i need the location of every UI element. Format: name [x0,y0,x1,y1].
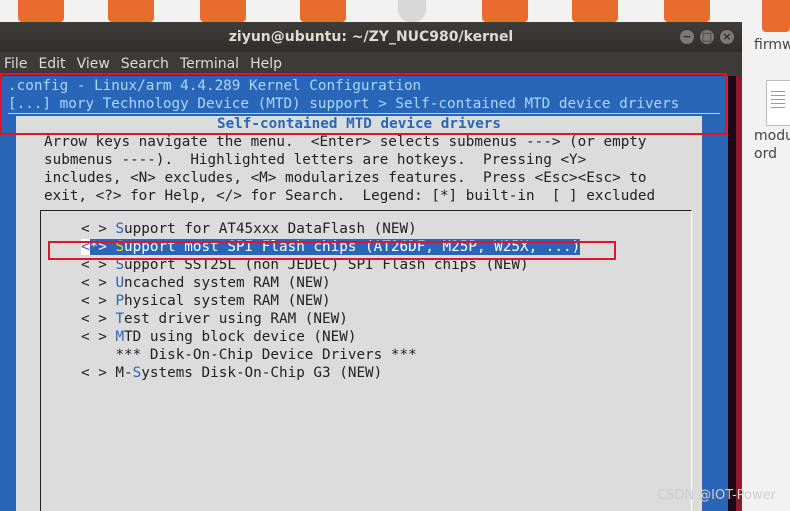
item-label: TD using block device (NEW) [124,329,357,345]
folder-icon[interactable] [572,0,618,22]
window-title: ziyun@ubuntu: ~/ZY_NUC980/kernel [228,29,514,45]
menu-file[interactable]: File [4,56,27,72]
help-text-line: submenus ----). Highlighted letters are … [44,152,587,168]
desktop-top-strip [0,0,790,22]
menu-item-uncached-ram[interactable]: < > Uncached system RAM (NEW) [81,275,331,291]
document-icon[interactable] [766,80,790,126]
item-hotkey: U [115,275,125,291]
menuconfig-dialog: Self-contained MTD device drivers Arrow … [16,116,702,511]
window-titlebar[interactable]: ziyun@ubuntu: ~/ZY_NUC980/kernel − □ × [0,22,742,52]
minimize-icon[interactable]: − [680,30,694,44]
desktop-label-firmware[interactable]: firmw [754,37,790,53]
menuconfig-screen: .config - Linux/arm 4.4.289 Kernel Confi… [0,76,728,511]
terminal-content[interactable]: .config - Linux/arm 4.4.289 Kernel Confi… [0,76,742,511]
help-text-line: exit, <?> for Help, </> for Search. Lege… [44,188,656,204]
maximize-icon[interactable]: □ [700,30,714,44]
folder-icon[interactable] [300,0,346,22]
item-hotkey: S [115,221,125,237]
item-label: est driver using RAM (NEW) [124,311,348,327]
menu-view[interactable]: View [77,56,110,72]
menu-item-doc-g3[interactable]: < > M-Systems Disk-On-Chip G3 (NEW) [81,365,382,381]
scrollbar-edge [736,76,742,511]
menu-help[interactable]: Help [250,56,282,72]
menu-search[interactable]: Search [121,56,169,72]
menu-item-physical-ram[interactable]: < > Physical system RAM (NEW) [81,293,331,309]
folder-icon[interactable] [762,0,790,32]
folder-icon[interactable] [18,0,64,22]
item-option-box: < > [81,311,116,327]
user-icon[interactable] [398,0,426,22]
item-option-box: < > [81,221,116,237]
help-text-line: Arrow keys navigate the menu. <Enter> se… [44,134,647,150]
scrollbar-track[interactable] [728,76,736,511]
item-option-box: < > M- [81,365,133,381]
folder-icon[interactable] [200,0,246,22]
item-option-box: < > [81,293,116,309]
item-option-box: < > [81,275,116,291]
item-label: hysical system RAM (NEW) [124,293,331,309]
item-option-box: < > [81,329,116,345]
item-label: ncached system RAM (NEW) [124,275,331,291]
desktop-label-modules-line2[interactable]: ord [754,146,777,162]
annotation-box-header [0,73,727,135]
watermark: CSDN @IOT-Power [656,488,776,503]
annotation-box-selected-item [48,241,616,260]
item-hotkey: P [115,293,125,309]
item-label: upport for AT45xxx DataFlash (NEW) [124,221,417,237]
item-hotkey: M [115,329,125,345]
desktop-label-modules[interactable]: modu [754,128,790,144]
folder-icon[interactable] [482,0,528,22]
menu-item-test-driver[interactable]: < > Test driver using RAM (NEW) [81,311,348,327]
menu-edit[interactable]: Edit [38,56,65,72]
menu-section-header: *** Disk-On-Chip Device Drivers *** [81,347,417,363]
menu-item-at45xxx[interactable]: < > Support for AT45xxx DataFlash (NEW) [81,221,417,237]
item-label: ystems Disk-On-Chip G3 (NEW) [141,365,383,381]
help-text-line: includes, <N> excludes, <M> modularizes … [44,170,647,186]
item-hotkey: T [115,311,125,327]
item-hotkey: S [132,365,142,381]
folder-icon[interactable] [108,0,154,22]
item-label: *** Disk-On-Chip Device Drivers *** [115,347,417,363]
menu-terminal[interactable]: Terminal [180,56,239,72]
item-option-box [81,347,115,363]
folder-icon[interactable] [664,0,710,22]
menu-item-mtd-block[interactable]: < > MTD using block device (NEW) [81,329,356,345]
close-icon[interactable]: × [720,30,734,44]
desktop-right-area [742,0,790,511]
